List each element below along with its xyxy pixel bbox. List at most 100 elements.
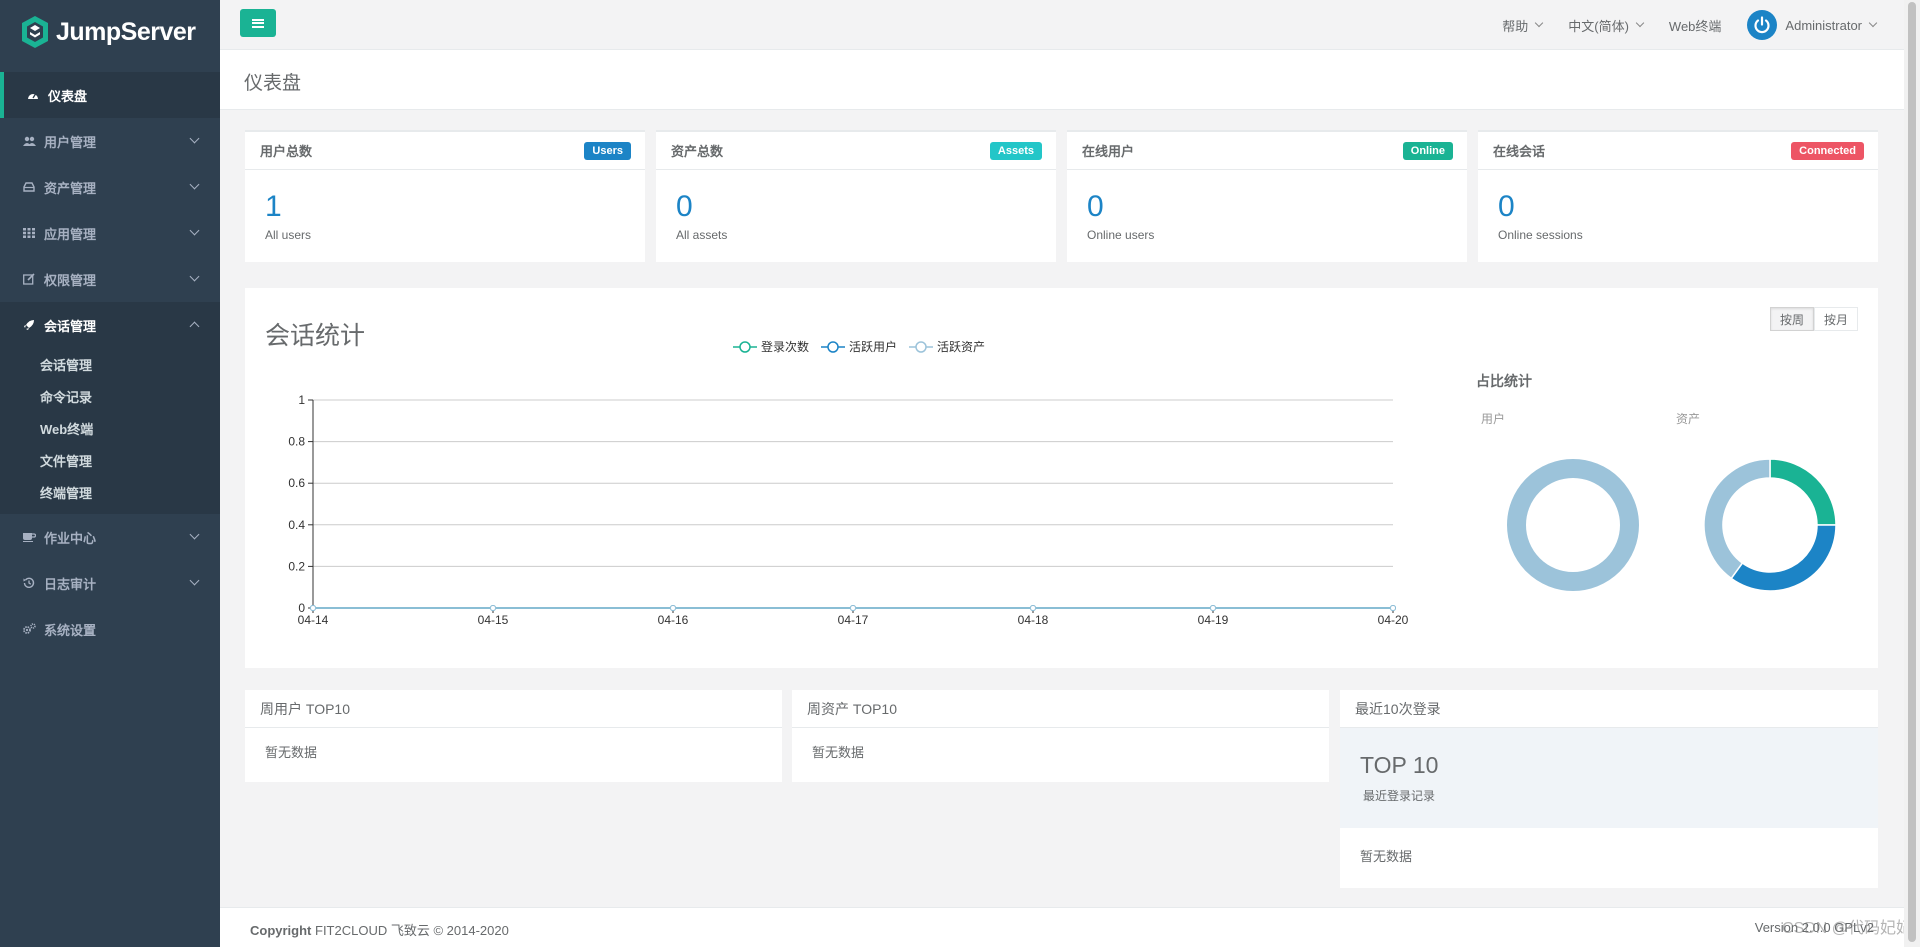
stat-card-online-sessions: 在线会话 Connected 0 Online sessions bbox=[1478, 130, 1878, 262]
chevron-down-icon bbox=[189, 271, 200, 282]
logo[interactable]: JumpServer bbox=[0, 0, 220, 64]
subnav-item-commands[interactable]: 命令记录 bbox=[0, 380, 220, 412]
sidebar-item-label: 会话管理 bbox=[44, 318, 97, 334]
sidebar-item-settings[interactable]: 系统设置 bbox=[0, 606, 220, 652]
inbox-icon bbox=[22, 180, 36, 194]
page-header: 仪表盘 bbox=[220, 50, 1904, 110]
ratio-assets-label: 资产 bbox=[1676, 412, 1701, 426]
x-tick-label: 04-14 bbox=[298, 613, 329, 627]
legend-item[interactable]: 活跃用户 bbox=[821, 338, 897, 355]
session-stats-title: 会话统计 bbox=[265, 322, 366, 350]
recent-logins-panel: 最近10次登录 TOP 10 最近登录记录 暂无数据 bbox=[1340, 690, 1878, 888]
stat-value: 0 bbox=[1087, 190, 1104, 223]
chevron-down-icon bbox=[1535, 18, 1544, 28]
page-title: 仪表盘 bbox=[244, 73, 302, 94]
sidebar-item-label: 仪表盘 bbox=[48, 88, 88, 104]
top-nav-links: 帮助 中文(简体) Web终端 Administrator bbox=[1502, 0, 1904, 50]
stat-title: 在线会话 bbox=[1493, 144, 1546, 159]
chevron-up-icon bbox=[189, 321, 200, 332]
stat-card-header: 在线用户 Online bbox=[1067, 132, 1467, 170]
sidebar-item-permissions[interactable]: 权限管理 bbox=[0, 256, 220, 302]
sidebar-item-assets[interactable]: 资产管理 bbox=[0, 164, 220, 210]
sidebar-item-dashboard[interactable]: 仪表盘 bbox=[0, 72, 220, 118]
edit-icon bbox=[22, 272, 36, 286]
y-tick-label: 1 bbox=[298, 393, 305, 407]
chevron-down-icon bbox=[189, 225, 200, 236]
user-dropdown[interactable]: Administrator bbox=[1747, 10, 1878, 40]
range-month-button[interactable]: 按月 bbox=[1813, 307, 1858, 331]
y-tick-label: 0.2 bbox=[288, 559, 305, 573]
y-tick-label: 0.4 bbox=[288, 518, 305, 532]
sidebar-item-sessions[interactable]: 会话管理 bbox=[0, 302, 220, 348]
x-tick-label: 04-17 bbox=[838, 613, 869, 627]
top10-heading: TOP 10 bbox=[1360, 752, 1439, 778]
stat-subtitle: All assets bbox=[676, 228, 728, 242]
series-point bbox=[490, 605, 496, 611]
y-tick-label: 0.6 bbox=[288, 476, 305, 490]
subnav-item-sessions[interactable]: 会话管理 bbox=[0, 348, 220, 380]
rocket-icon bbox=[22, 318, 36, 332]
series-point bbox=[850, 605, 856, 611]
session-stats-panel: 会话统计 按周 按月 登录次数 活跃用户 活跃资产 0 0.2 0.4 0.6 0.8 1… bbox=[245, 288, 1878, 668]
panel-header: 最近10次登录 bbox=[1340, 690, 1878, 728]
range-week-button[interactable]: 按周 bbox=[1769, 307, 1814, 331]
sidebar-item-audit[interactable]: 日志审计 bbox=[0, 560, 220, 606]
sidebar-item-jobs[interactable]: 作业中心 bbox=[0, 514, 220, 560]
help-label: 帮助 bbox=[1502, 18, 1529, 34]
series-point bbox=[1390, 605, 1396, 611]
stat-subtitle: All users bbox=[265, 228, 312, 242]
x-tick-label: 04-20 bbox=[1378, 613, 1409, 627]
subnav-item-file-manager[interactable]: 文件管理 bbox=[0, 444, 220, 476]
session-line-chart: 00.20.40.60.8104-14 04-15 04-16 04-17 04-18 0… bbox=[288, 393, 1409, 627]
page-scrollbar[interactable] bbox=[1904, 0, 1920, 947]
menu-toggle-button[interactable] bbox=[240, 9, 276, 37]
sidebar-item-users[interactable]: 用户管理 bbox=[0, 118, 220, 164]
avatar bbox=[1747, 10, 1778, 40]
copyright-label: Copyright bbox=[250, 923, 312, 938]
panel-header: 周用户 TOP10 bbox=[245, 690, 782, 728]
stat-card-header: 用户总数 Users bbox=[245, 132, 645, 170]
legend-label: 登录次数 bbox=[761, 340, 810, 354]
sidebar-item-label: 日志审计 bbox=[44, 576, 97, 592]
stat-value: 1 bbox=[265, 190, 282, 223]
web-terminal-link[interactable]: Web终端 bbox=[1669, 16, 1722, 35]
chevron-down-icon bbox=[189, 529, 200, 540]
language-label: 中文(简体) bbox=[1568, 18, 1629, 34]
footer: Copyright FIT2CLOUD 飞致云 © 2014-2020 Vers… bbox=[220, 907, 1904, 947]
power-icon bbox=[1754, 16, 1771, 34]
jumpserver-logo-icon bbox=[22, 16, 48, 48]
stat-card-online-users: 在线用户 Online 0 Online users bbox=[1067, 130, 1467, 262]
dashboard-icon bbox=[26, 88, 40, 102]
x-tick-label: 04-16 bbox=[658, 613, 689, 627]
history-icon bbox=[22, 576, 36, 590]
stat-card-assets: 资产总数 Assets 0 All assets bbox=[656, 130, 1056, 262]
sidebar-item-label: 资产管理 bbox=[44, 180, 97, 196]
donut-slice[interactable] bbox=[1730, 524, 1837, 592]
y-tick-label: 0.8 bbox=[288, 435, 305, 449]
x-tick-label: 04-19 bbox=[1198, 613, 1229, 627]
ratio-stats-title: 占比统计 bbox=[1476, 373, 1532, 389]
users-donut-chart bbox=[1507, 459, 1639, 591]
donut-slice[interactable] bbox=[1769, 458, 1837, 526]
status-badge: Connected bbox=[1791, 141, 1864, 160]
sidebar-item-applications[interactable]: 应用管理 bbox=[0, 210, 220, 256]
coffee-icon bbox=[22, 530, 36, 544]
chart-legend: 登录次数 活跃用户 活跃资产 bbox=[733, 338, 997, 355]
donut-slice[interactable] bbox=[1703, 458, 1771, 580]
scrollbar-thumb[interactable] bbox=[1908, 2, 1916, 942]
donut-slice[interactable] bbox=[1507, 459, 1639, 591]
subnav-item-web-terminal[interactable]: Web终端 bbox=[0, 412, 220, 444]
bars-icon bbox=[252, 18, 264, 28]
sidebar-item-label: 作业中心 bbox=[44, 530, 97, 546]
legend-item[interactable]: 登录次数 bbox=[733, 338, 809, 355]
legend-item[interactable]: 活跃资产 bbox=[909, 338, 985, 355]
subnav-item-terminal-manager[interactable]: 终端管理 bbox=[0, 476, 220, 508]
legend-marker-icon bbox=[733, 340, 757, 353]
empty-state: 暂无数据 bbox=[1360, 849, 1413, 864]
sidebar-item-label: 应用管理 bbox=[44, 226, 97, 242]
legend-label: 活跃资产 bbox=[937, 340, 986, 354]
panel-header: 周资产 TOP10 bbox=[792, 690, 1329, 728]
chevron-down-icon bbox=[189, 179, 200, 190]
language-dropdown[interactable]: 中文(简体) bbox=[1568, 16, 1645, 35]
help-dropdown[interactable]: 帮助 bbox=[1502, 16, 1544, 35]
